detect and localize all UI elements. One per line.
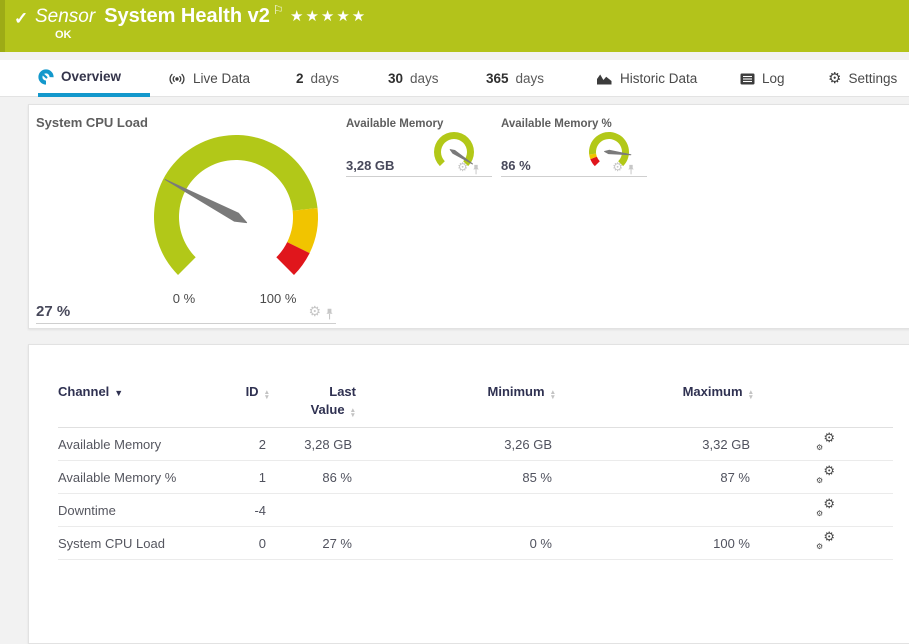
channel-minimum: 0 %: [356, 526, 556, 560]
tab-365-days[interactable]: 365 days: [486, 60, 564, 97]
tab-2-days[interactable]: 2 days: [296, 60, 352, 97]
tab-label: Live Data: [193, 71, 251, 86]
sort-icon: [550, 390, 556, 400]
sort-desc-icon: ▼: [114, 388, 124, 398]
channel-last-value: 86 %: [270, 460, 356, 494]
tab-label: Historic Data: [620, 71, 698, 86]
tab-number: 365: [486, 71, 509, 86]
tile-gear-icon[interactable]: [612, 159, 623, 175]
table-row: Available Memory 2 3,28 GB 3,26 GB 3,32 GB: [58, 427, 893, 461]
channel-minimum: [356, 493, 556, 527]
channel-maximum: 100 %: [556, 526, 754, 560]
channel-last-value: 27 %: [270, 526, 356, 560]
tab-historic-data[interactable]: Historic Data: [596, 60, 706, 97]
sensor-status-text: OK: [55, 29, 72, 41]
table-row: Available Memory % 1 86 % 85 % 87 %: [58, 460, 893, 494]
tile-actions: [612, 159, 635, 175]
tile-gear-icon[interactable]: [308, 304, 321, 320]
channel-minimum: 85 %: [356, 460, 556, 494]
gauge-title: System CPU Load: [36, 115, 148, 130]
log-icon: [740, 73, 755, 85]
gauges-panel: System CPU Load 0 % 100 % 27 % Available…: [28, 104, 909, 329]
tab-label: Log: [762, 71, 785, 86]
gauge-max-label: 100 %: [259, 291, 297, 306]
column-header-id[interactable]: ID: [238, 381, 270, 428]
tab-number: 2: [296, 71, 304, 86]
gauge-tile-available-memory: Available Memory 3,28 GB: [346, 118, 492, 177]
sort-icon: [350, 408, 356, 418]
table-row: System CPU Load 0 27 % 0 % 100 %: [58, 526, 893, 560]
column-header-last-value[interactable]: Last Value: [270, 381, 356, 428]
channel-name[interactable]: Available Memory %: [58, 460, 238, 494]
sensor-title: System Health v2: [104, 5, 270, 27]
tab-number: 30: [388, 71, 404, 86]
flag-icon[interactable]: [273, 3, 284, 17]
gauge-tile-available-memory-pct: Available Memory % 86 %: [501, 118, 647, 177]
sort-icon: [748, 390, 754, 400]
tab-bar: Overview Live Data 2 days 30 days 365 days Histo…: [0, 60, 909, 97]
priority-stars[interactable]: ★★★★★: [290, 7, 367, 25]
tab-label: days: [310, 71, 340, 86]
gear-icon: ⚙: [828, 70, 842, 87]
tab-label: Settings: [848, 71, 898, 86]
channel-name[interactable]: System CPU Load: [58, 526, 238, 560]
status-ok-check-icon: ✓: [14, 9, 29, 28]
pin-icon[interactable]: [472, 164, 480, 175]
gauge-title: Available Memory %: [501, 118, 612, 130]
tab-live-data[interactable]: Live Data: [168, 60, 266, 97]
channel-maximum: [556, 493, 754, 527]
object-kind-label: Sensor: [35, 6, 96, 27]
tab-settings[interactable]: ⚙ Settings: [828, 60, 908, 97]
channel-name[interactable]: Downtime: [58, 493, 238, 527]
column-header-channel[interactable]: Channel ▼: [58, 381, 238, 428]
gauge-title: Available Memory: [346, 118, 444, 130]
gauge-min-label: 0 %: [172, 291, 196, 306]
channel-id: -4: [238, 493, 270, 527]
gauge-current-value: 27 %: [36, 303, 71, 320]
channel-name[interactable]: Available Memory: [58, 427, 238, 461]
tab-label: days: [515, 71, 545, 86]
gauge-icon: [38, 68, 54, 85]
channel-maximum: 3,32 GB: [556, 427, 754, 461]
tile-actions: [308, 304, 334, 320]
column-header-actions: [754, 381, 893, 428]
column-header-minimum[interactable]: Minimum: [356, 381, 556, 428]
channel-settings-icon[interactable]: [816, 434, 835, 451]
channels-table: Channel▼ ID Last Value Minimum Maximum: [58, 381, 893, 560]
channel-settings-icon[interactable]: [816, 467, 835, 484]
tab-overview[interactable]: Overview: [38, 60, 150, 97]
channel-id: 0: [238, 526, 270, 560]
gauge-current-value: 3,28 GB: [346, 158, 395, 173]
cpu-load-gauge-chart: [153, 134, 318, 275]
tile-gear-icon[interactable]: [457, 159, 468, 175]
tab-30-days[interactable]: 30 days: [388, 60, 454, 97]
sensor-status-header: ✓ Sensor System Health v2 ★★★★★ OK: [0, 0, 909, 52]
channel-id: 1: [238, 460, 270, 494]
channel-last-value: [270, 493, 356, 527]
channel-settings-icon[interactable]: [816, 500, 835, 517]
channel-minimum: 3,26 GB: [356, 427, 556, 461]
channels-panel: Channel▼ ID Last Value Minimum Maximum: [28, 344, 909, 644]
chart-icon: [596, 72, 613, 85]
channel-settings-icon[interactable]: [816, 533, 835, 550]
tab-label: days: [410, 71, 439, 86]
live-icon: [168, 72, 186, 86]
tile-actions: [457, 159, 480, 175]
sort-icon: [264, 390, 270, 400]
gauge-current-value: 86 %: [501, 158, 531, 173]
pin-icon[interactable]: [627, 164, 635, 175]
gauge-tile-system-cpu-load: System CPU Load 0 % 100 % 27 %: [36, 115, 336, 324]
tab-log[interactable]: Log: [740, 60, 794, 97]
channel-last-value: 3,28 GB: [270, 427, 356, 461]
pin-icon[interactable]: [325, 308, 334, 320]
channel-id: 2: [238, 427, 270, 461]
table-row: Downtime -4: [58, 493, 893, 527]
tab-label: Overview: [61, 69, 122, 84]
column-header-maximum[interactable]: Maximum: [556, 381, 754, 428]
channel-maximum: 87 %: [556, 460, 754, 494]
